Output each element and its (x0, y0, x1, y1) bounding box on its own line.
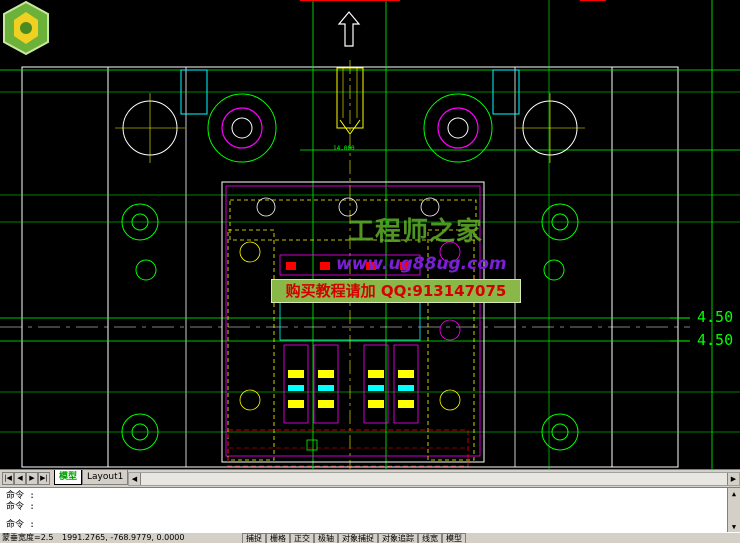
scroll-up-icon[interactable]: ▲ (728, 488, 740, 500)
tab-model[interactable]: 模型 (54, 470, 83, 485)
up-arrow-icon (337, 11, 361, 47)
watermark-logo-icon (3, 0, 49, 56)
small-dimension-label: 14.000 (333, 145, 355, 152)
prev-tab-button[interactable]: ◀ (14, 472, 26, 485)
horizontal-scrollbar[interactable]: ◀ ▶ (128, 472, 740, 486)
watermark-url: www.ug88ug.com (336, 254, 507, 274)
command-history-line: 命令 : (6, 502, 35, 512)
last-tab-button[interactable]: ▶| (38, 472, 50, 485)
status-bar: 蒙垂宽度=2.5 1991.2765, -768.9779, 0.0000 捕捉… (0, 532, 740, 543)
command-input[interactable]: 命令 : (6, 520, 35, 531)
layout-tab-bar: |◀ ◀ ▶ ▶| 模型 Layout1 ◀ ▶ (0, 469, 740, 487)
drawing-canvas[interactable]: 4.50 4.50 14.000 工程师之家 www.ug88ug.com 购买… (0, 0, 740, 469)
dimension-label-lower: 4.50 (697, 331, 734, 349)
command-window: 命令 : 命令 : 命令 : ▲ ▼ (0, 487, 740, 533)
tab-layout1[interactable]: Layout1 (82, 470, 129, 485)
dimension-label-upper: 4.50 (697, 308, 734, 326)
command-scrollbar[interactable]: ▲ ▼ (727, 488, 740, 533)
scroll-left-icon[interactable]: ◀ (129, 473, 141, 485)
next-tab-button[interactable]: ▶ (26, 472, 38, 485)
first-tab-button[interactable]: |◀ (2, 472, 14, 485)
watermark-banner: 购买教程请加 QQ:913147075 (271, 279, 521, 303)
command-history-line: 命令 : (6, 491, 35, 501)
scroll-right-icon[interactable]: ▶ (727, 473, 739, 485)
watermark-title: 工程师之家 (348, 217, 484, 247)
